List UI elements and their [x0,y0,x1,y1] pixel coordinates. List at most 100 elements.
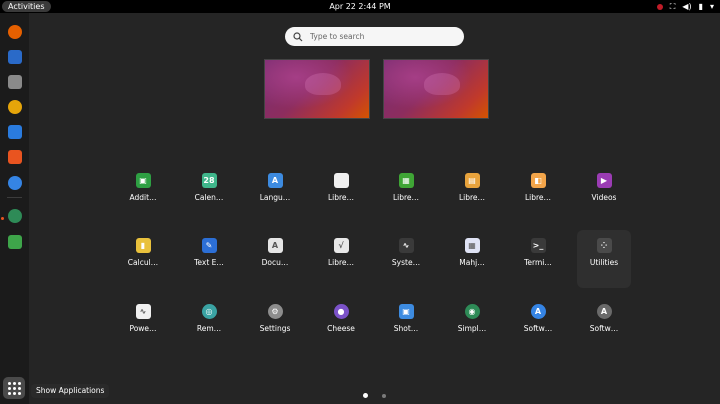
dock-item-help[interactable] [4,172,25,193]
app-tile[interactable]: ∿ Powe… [116,296,170,354]
app-label: Libre… [327,258,355,267]
app-tile[interactable]: √ Libre… [314,230,368,288]
simple-scan-icon: ◉ [464,304,480,319]
shotwell-icon: ▣ [398,304,414,319]
recording-indicator-icon[interactable] [656,3,663,10]
app-label: Mahj… [459,258,485,267]
app-tile[interactable]: A Softw… [577,296,631,354]
app-tile[interactable]: A Docu… [248,230,302,288]
app-tile[interactable]: ▦ Mahj… [445,230,499,288]
app-label: Calcul… [127,258,159,267]
search-bar[interactable] [285,27,464,46]
app-label: Cheese [327,324,355,333]
calculator-icon: ▮ [135,238,151,253]
app-tile[interactable]: ⁘ Utilities [577,230,631,288]
app-tile[interactable]: ◎ Rem… [182,296,236,354]
libreoffice-icon [333,173,349,188]
app-label: Langu… [259,193,291,202]
files-icon [7,74,22,89]
page-indicator[interactable] [382,393,386,398]
help-icon [7,175,22,190]
app-tile[interactable]: ∿ Syste… [379,230,433,288]
app-label: Docu… [261,258,289,267]
libreoffice-calc-icon: ▦ [398,173,414,188]
app-tile[interactable]: ▣ Shot… [379,296,433,354]
page-indicator-active[interactable] [363,393,368,398]
calendar-icon: 28 [201,173,217,188]
libreoffice-math-icon: √ [333,238,349,253]
app-tile[interactable]: ⚙ Settings [248,296,302,354]
libreoffice-draw-icon: ◧ [530,173,546,188]
simple-scan-icon [7,208,22,223]
app-label: Calen… [194,193,224,202]
dock-item-simple-scan[interactable] [4,205,25,226]
recycle-icon [7,234,22,249]
battery-icon: ▮ [698,2,703,11]
volume-icon: ◀) [682,2,692,11]
videos-icon: ▶ [596,173,612,188]
libreoffice-writer-icon [7,124,22,139]
system-monitor-icon: ∿ [398,238,414,253]
workspace-thumbnail[interactable] [383,59,489,119]
app-label: Termi… [524,258,552,267]
app-tile[interactable]: ● Cheese [314,296,368,354]
network-icon: ⛶ [669,2,676,11]
app-tile[interactable]: Libre… [314,165,368,223]
top-bar: Activities Apr 22 2:44 PM ⛶ ◀) ▮ ▾ [0,0,720,13]
app-tile[interactable]: ▣ Addit… [116,165,170,223]
app-tile[interactable]: ▮ Calcul… [116,230,170,288]
app-label: Libre… [392,193,420,202]
power-menu-icon[interactable]: ▾ [710,0,714,13]
additional-drivers-icon: ▣ [135,173,151,188]
app-label: Softw… [523,324,553,333]
dock-item-recycle[interactable] [4,231,25,252]
search-icon [293,31,303,41]
app-label: Softw… [589,324,619,333]
dock-item-thunderbird[interactable] [4,46,25,67]
app-tile[interactable]: A Langu… [248,165,302,223]
mahjongg-icon: ▦ [464,238,480,253]
app-label: Settings [259,324,291,333]
app-label: Simpl… [457,324,487,333]
dock-item-firefox[interactable] [4,21,25,42]
cheese-icon: ● [333,304,349,319]
clock[interactable]: Apr 22 2:44 PM [0,0,720,13]
rhythmbox-icon [7,99,22,114]
text-editor-icon: ✎ [201,238,217,253]
dock-item-libreoffice-writer[interactable] [4,121,25,142]
app-label: Syste… [391,258,421,267]
app-label: Libre… [327,193,355,202]
system-tray[interactable]: ⛶ ◀) ▮ ▾ [656,0,714,13]
document-viewer-icon: A [267,238,283,253]
power-statistics-icon: ∿ [135,304,151,319]
app-tile[interactable]: ▤ Libre… [445,165,499,223]
dock-item-rhythmbox[interactable] [4,96,25,117]
dock-item-files[interactable] [4,71,25,92]
app-tile[interactable]: ◉ Simpl… [445,296,499,354]
utilities-folder-icon: ⁘ [596,238,612,253]
settings-icon: ⚙ [267,304,283,319]
software-properties-icon: A [596,304,612,319]
thunderbird-icon [7,49,22,64]
show-applications-tooltip: Show Applications [31,384,110,398]
app-tile[interactable]: ▶ Videos [577,165,631,223]
libreoffice-impress-icon: ▤ [464,173,480,188]
app-tile[interactable]: ◧ Libre… [511,165,565,223]
app-label: Powe… [129,324,157,333]
terminal-icon: >_ [530,238,546,253]
app-tile[interactable]: ▦ Libre… [379,165,433,223]
show-applications-button[interactable] [3,377,25,399]
running-indicator [1,217,4,220]
app-tile[interactable]: A Softw… [511,296,565,354]
dock-item-ubuntu-software[interactable] [4,146,25,167]
search-input[interactable] [308,31,452,42]
workspace-thumbnail[interactable] [264,59,370,119]
firefox-icon [7,24,22,39]
app-tile[interactable]: ✎ Text E… [182,230,236,288]
dock [0,13,29,404]
app-tile[interactable]: >_ Termi… [511,230,565,288]
app-label: Utilities [589,258,619,267]
ubuntu-software-icon [7,149,22,164]
app-tile[interactable]: 28 Calen… [182,165,236,223]
app-label: Shot… [393,324,419,333]
